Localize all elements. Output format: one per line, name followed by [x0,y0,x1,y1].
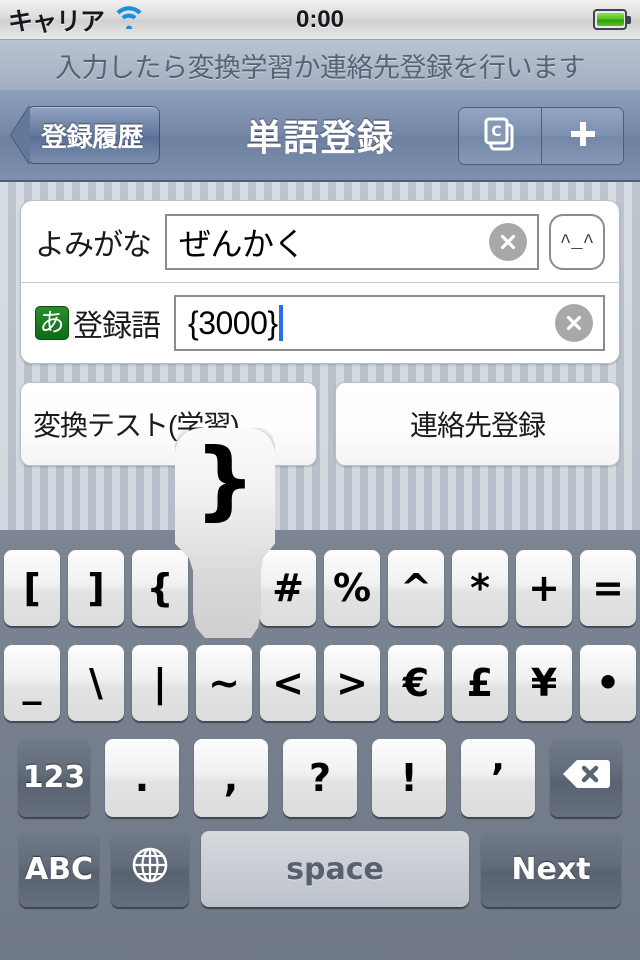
key-brace-left[interactable]: { [132,549,188,626]
key-backslash[interactable]: \ [68,644,124,721]
key-pipe[interactable]: | [132,644,188,721]
software-keyboard: [ ] { } # % ^ * + = _ \ | ~ < > € £ ¥ • … [0,530,640,960]
navigation-bar: 登録履歴 単語登録 C [0,90,640,182]
copy-button[interactable]: C [459,108,541,164]
reading-field-row: よみがな ぜんかく ^_^ [21,201,619,282]
key-return-next[interactable]: Next [481,831,621,907]
reading-input-value: ぜんかく [179,225,306,262]
key-euro[interactable]: € [388,644,444,721]
ime-mode-icon: あ [35,306,69,340]
key-yen[interactable]: ¥ [516,644,572,721]
text-caret [278,305,283,341]
plus-icon [566,117,600,156]
keyboard-row-2: _ \ | ~ < > € £ ¥ • [0,635,640,730]
copy-documents-icon: C [480,114,520,159]
wifi-icon [114,5,144,34]
convert-test-button[interactable]: 変換テスト(学習) [20,382,317,466]
carrier-label: キャリア [8,7,105,36]
key-greater-than[interactable]: > [324,644,380,721]
keyboard-row-4: ABC space Next [0,825,640,913]
key-globe-switch[interactable] [111,831,189,907]
key-abc-switch[interactable]: ABC [19,831,99,907]
add-button[interactable] [541,108,623,164]
hint-bar: 入力したら変換学習か連絡先登録を行います [0,40,640,90]
content-area: よみがな ぜんかく ^_^ あ 登録語 {3000} 変換テスト(学習) 連絡先… [0,182,640,530]
key-pound[interactable]: £ [452,644,508,721]
emoticon-button-label: ^_^ [559,230,595,253]
word-input[interactable]: {3000} [174,295,605,351]
key-bracket-right[interactable]: ] [68,549,124,626]
key-backspace[interactable] [550,738,622,817]
key-numeric-switch[interactable]: 123 [18,738,90,817]
key-tilde[interactable]: ~ [196,644,252,721]
key-hash[interactable]: # [260,549,316,626]
word-field-row: あ 登録語 {3000} [21,282,619,363]
key-equals[interactable]: = [580,549,636,626]
key-percent[interactable]: % [324,549,380,626]
keyboard-row-3: 123 . , ? ! ’ [0,730,640,825]
key-apostrophe[interactable]: ’ [461,738,535,817]
key-caret[interactable]: ^ [388,549,444,626]
key-less-than[interactable]: < [260,644,316,721]
key-plus[interactable]: + [516,549,572,626]
key-space[interactable]: space [201,831,469,907]
input-fields-card: よみがな ぜんかく ^_^ あ 登録語 {3000} [20,200,620,364]
app-screen: キャリア 0:00 入力したら変換学習か連絡先登録を行います 登録履歴 単語登録 [0,0,640,960]
keyboard-row-1: [ ] { } # % ^ * + = [0,540,640,635]
key-question[interactable]: ? [283,738,357,817]
emoticon-button[interactable]: ^_^ [549,213,605,270]
word-input-value: {3000} [188,304,278,341]
reading-input[interactable]: ぜんかく [165,213,539,270]
svg-text:C: C [491,124,501,140]
key-underscore[interactable]: _ [4,644,60,721]
contact-register-button[interactable]: 連絡先登録 [335,382,620,466]
key-bracket-left[interactable]: [ [4,549,60,626]
status-bar: キャリア 0:00 [0,0,640,40]
clear-circle-icon[interactable] [555,304,593,342]
word-field-label: 登録語 [73,310,161,343]
back-button-history[interactable]: 登録履歴 [28,106,161,164]
globe-icon [129,844,171,895]
key-comma[interactable]: , [194,738,268,817]
key-bullet[interactable]: • [580,644,636,721]
clear-circle-icon[interactable] [489,222,527,261]
reading-field-label: よみがな [35,228,152,262]
backspace-delete-icon [562,756,610,800]
battery-full-icon [593,9,631,30]
key-asterisk[interactable]: * [452,549,508,626]
key-exclamation[interactable]: ! [372,738,446,817]
back-button-label: 登録履歴 [41,121,144,152]
hint-text: 入力したら変換学習か連絡先登録を行います [55,52,586,83]
key-period[interactable]: . [105,738,179,817]
nav-segmented-control: C [458,107,624,165]
action-buttons-row: 変換テスト(学習) 連絡先登録 [20,382,620,466]
